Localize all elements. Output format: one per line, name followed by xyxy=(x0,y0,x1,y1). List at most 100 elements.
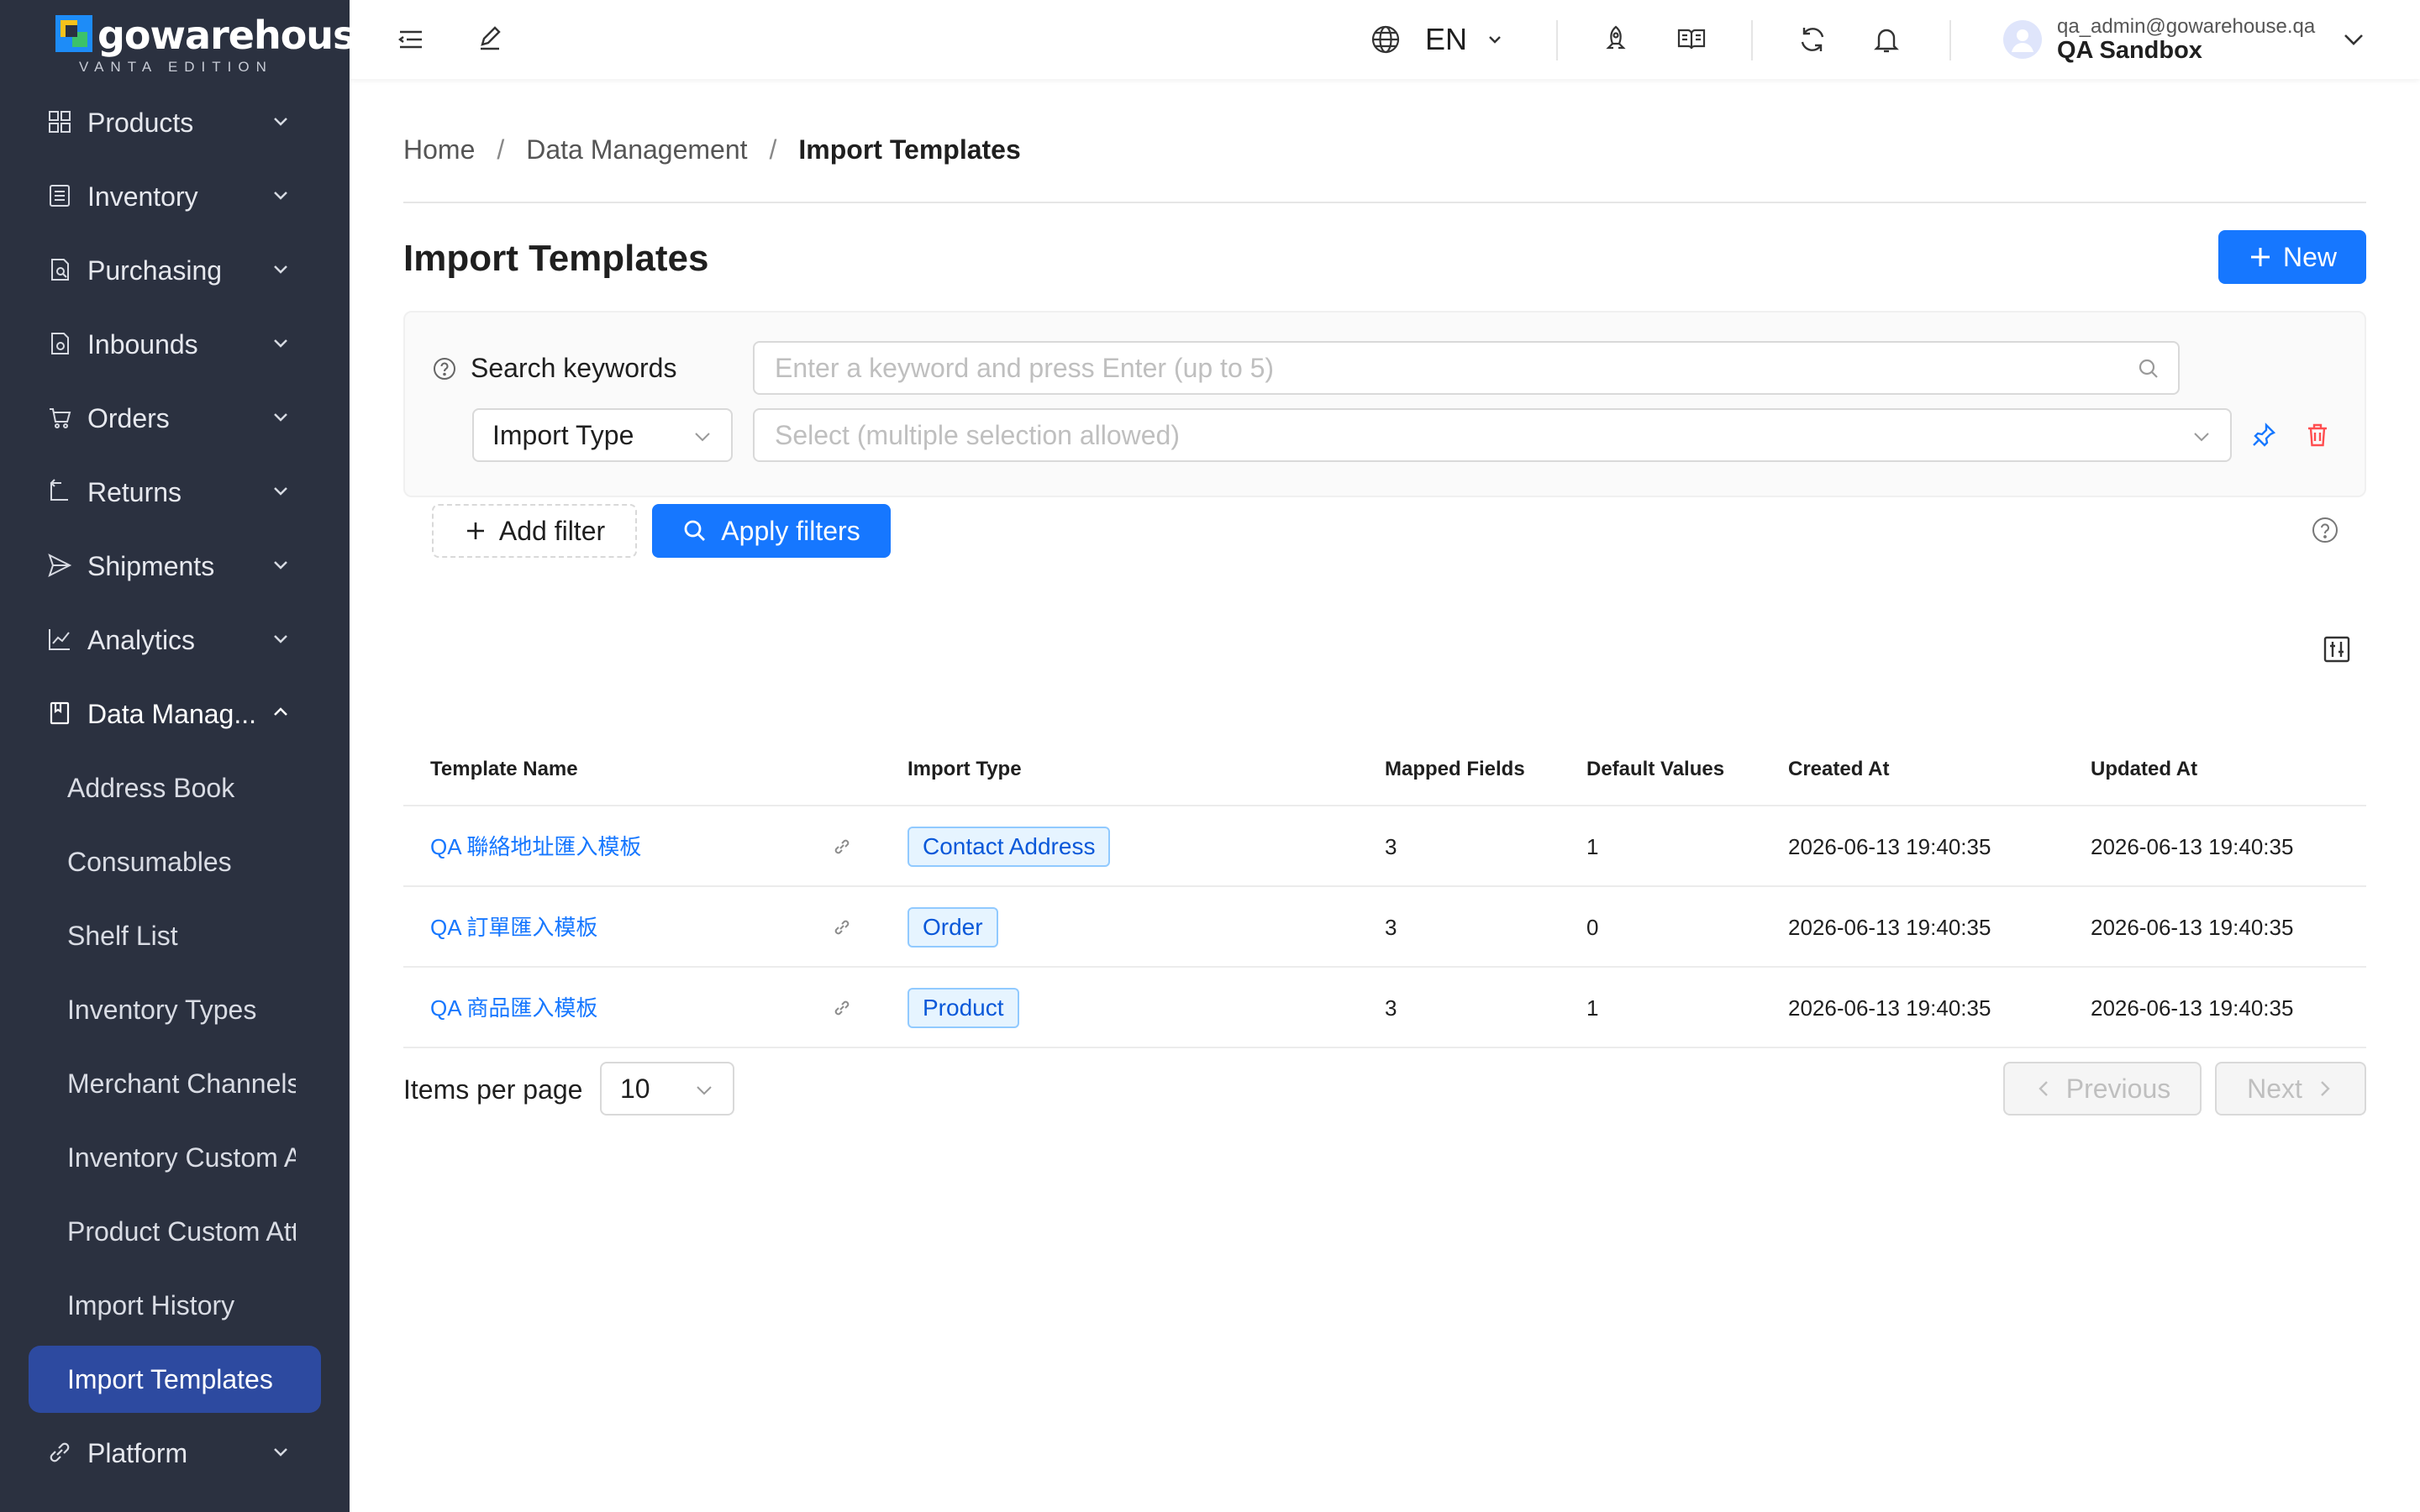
sidebar-item-shelf-list[interactable]: Shelf List xyxy=(0,899,350,973)
apply-filters-label: Apply filters xyxy=(721,515,860,546)
sidebar-nav: Products Inventory Purchasing Inbounds O… xyxy=(0,86,350,1490)
sidebar-item-label: Inventory Types xyxy=(67,995,257,1025)
sidebar-item-shipments[interactable]: Shipments xyxy=(0,529,350,603)
sidebar-item-import-history[interactable]: Import History xyxy=(0,1268,350,1342)
page-size-select[interactable]: 10 xyxy=(600,1062,734,1116)
divider xyxy=(1556,20,1558,60)
edit-icon[interactable] xyxy=(474,24,506,55)
column-header[interactable]: Created At xyxy=(1788,732,1889,806)
filter-field-value: Import Type xyxy=(492,420,634,450)
page-size-value: 10 xyxy=(620,1074,650,1104)
book-open-icon[interactable] xyxy=(1676,24,1707,55)
sidebar-item-import-templates[interactable]: Import Templates xyxy=(29,1346,321,1413)
column-header[interactable]: Updated At xyxy=(2091,732,2197,806)
pagination: Items per page 10 Previous Next xyxy=(403,1062,2366,1117)
template-name-link[interactable]: QA 聯絡地址匯入模板 xyxy=(430,806,641,887)
table-row: QA 聯絡地址匯入模板 Contact Address 3 1 2026-06-… xyxy=(403,806,2366,887)
sidebar-item-label: Products xyxy=(87,108,194,138)
return-icon xyxy=(50,479,68,501)
column-settings-icon[interactable] xyxy=(2323,635,2351,664)
sidebar-item-products[interactable]: Products xyxy=(0,86,350,160)
keyword-search-input[interactable]: Enter a keyword and press Enter (up to 5… xyxy=(753,341,2180,395)
mapped-fields-cell: 3 xyxy=(1385,834,1397,859)
sidebar-item-address-book[interactable]: Address Book xyxy=(0,751,350,825)
pin-icon[interactable] xyxy=(2250,422,2277,449)
divider xyxy=(403,202,2366,203)
add-filter-button[interactable]: Add filter xyxy=(432,504,637,558)
link-icon[interactable] xyxy=(832,917,852,937)
user-menu-chevron-icon[interactable] xyxy=(2338,24,2370,55)
sidebar-item-purchasing[interactable]: Purchasing xyxy=(0,234,350,307)
chevron-left-icon xyxy=(2039,1081,2048,1096)
globe-icon[interactable] xyxy=(1370,24,1402,55)
breadcrumb-separator: / xyxy=(769,134,777,165)
collapse-menu-icon[interactable] xyxy=(395,24,427,55)
link-icon[interactable] xyxy=(832,837,852,857)
bell-icon[interactable] xyxy=(1870,24,1902,55)
sidebar-item-platform[interactable]: Platform xyxy=(0,1416,350,1490)
column-header[interactable]: Import Type xyxy=(908,732,1022,806)
link-icon[interactable] xyxy=(832,998,852,1018)
avatar[interactable] xyxy=(2003,20,2042,59)
column-header[interactable]: Template Name xyxy=(430,732,578,806)
templates-table: Template Name Import Type Mapped Fields … xyxy=(403,732,2366,1048)
cart-icon xyxy=(50,408,71,428)
import-type-multiselect[interactable]: Select (multiple selection allowed) xyxy=(753,408,2232,462)
import-type-tag: Order xyxy=(908,907,998,948)
chevron-down-icon xyxy=(274,265,287,274)
breadcrumb-current: Import Templates xyxy=(798,134,1021,165)
template-name-link[interactable]: QA 商品匯入模板 xyxy=(430,968,597,1048)
sidebar-item-returns[interactable]: Returns xyxy=(0,455,350,529)
sidebar-item-product-custom-attributes[interactable]: Product Custom Attributes xyxy=(0,1194,350,1268)
sidebar-item-analytics[interactable]: Analytics xyxy=(0,603,350,677)
breadcrumb: Home / Data Management / Import Template… xyxy=(403,134,1021,165)
chevron-up-icon xyxy=(274,707,287,716)
filter-field-select[interactable]: Import Type xyxy=(472,408,733,462)
mapped-fields-cell: 3 xyxy=(1385,915,1397,940)
new-button[interactable]: New xyxy=(2218,230,2366,284)
doc-gear-icon xyxy=(51,333,69,354)
refresh-icon[interactable] xyxy=(1797,24,1828,55)
plus-icon xyxy=(2250,248,2270,266)
data-management-submenu: Address Book Consumables Shelf List Inve… xyxy=(0,751,350,1413)
column-header[interactable]: Default Values xyxy=(1586,732,1724,806)
language-select[interactable]: EN xyxy=(1425,17,1504,62)
sidebar-item-label: Shelf List xyxy=(67,921,178,951)
sidebar-item-inbounds[interactable]: Inbounds xyxy=(0,307,350,381)
chevron-down-icon xyxy=(274,1448,287,1457)
sidebar-item-merchant-channels[interactable]: Merchant Channels xyxy=(0,1047,350,1121)
filter-panel: Search keywords Enter a keyword and pres… xyxy=(403,311,2366,558)
updated-at-cell: 2026-06-13 19:40:35 xyxy=(2091,995,2294,1021)
search-icon xyxy=(2139,359,2158,378)
sidebar: gowarehouse VANTA EDITION Products Inven… xyxy=(0,0,381,1512)
brand-name: gowarehouse xyxy=(97,13,381,58)
sidebar-item-orders[interactable]: Orders xyxy=(0,381,350,455)
import-type-tag: Contact Address xyxy=(908,827,1111,867)
question-circle-icon[interactable] xyxy=(2311,516,2339,544)
template-name-link[interactable]: QA 訂單匯入模板 xyxy=(430,887,597,968)
sidebar-item-inventory-types[interactable]: Inventory Types xyxy=(0,973,350,1047)
chevron-down-icon xyxy=(2194,433,2209,442)
line-chart-icon xyxy=(49,629,70,650)
rocket-icon[interactable] xyxy=(1600,24,1632,55)
breadcrumb-data-management[interactable]: Data Management xyxy=(526,134,747,165)
next-page-button[interactable]: Next xyxy=(2215,1062,2366,1116)
new-button-label: New xyxy=(2282,241,2337,272)
sidebar-item-data-management[interactable]: Data Manag... xyxy=(0,677,350,751)
sidebar-item-label: Product Custom Attributes xyxy=(67,1216,296,1247)
sidebar-item-label: Merchant Channels xyxy=(67,1068,296,1099)
sidebar-item-consumables[interactable]: Consumables xyxy=(0,825,350,899)
default-values-cell: 1 xyxy=(1586,995,1599,1021)
chevron-down-icon xyxy=(274,561,287,570)
previous-page-button[interactable]: Previous xyxy=(2003,1062,2202,1116)
brand-logo[interactable]: gowarehouse VANTA EDITION xyxy=(55,13,381,76)
question-circle-icon[interactable] xyxy=(432,356,457,381)
user-icon xyxy=(2012,29,2033,52)
apply-filters-button[interactable]: Apply filters xyxy=(652,504,891,558)
column-header[interactable]: Mapped Fields xyxy=(1385,732,1525,806)
trash-icon[interactable] xyxy=(2304,422,2331,449)
breadcrumb-home[interactable]: Home xyxy=(403,134,475,165)
plus-icon xyxy=(466,522,484,539)
sidebar-item-inventory[interactable]: Inventory xyxy=(0,160,350,234)
sidebar-item-inventory-custom-attributes[interactable]: Inventory Custom Attributes xyxy=(0,1121,350,1194)
